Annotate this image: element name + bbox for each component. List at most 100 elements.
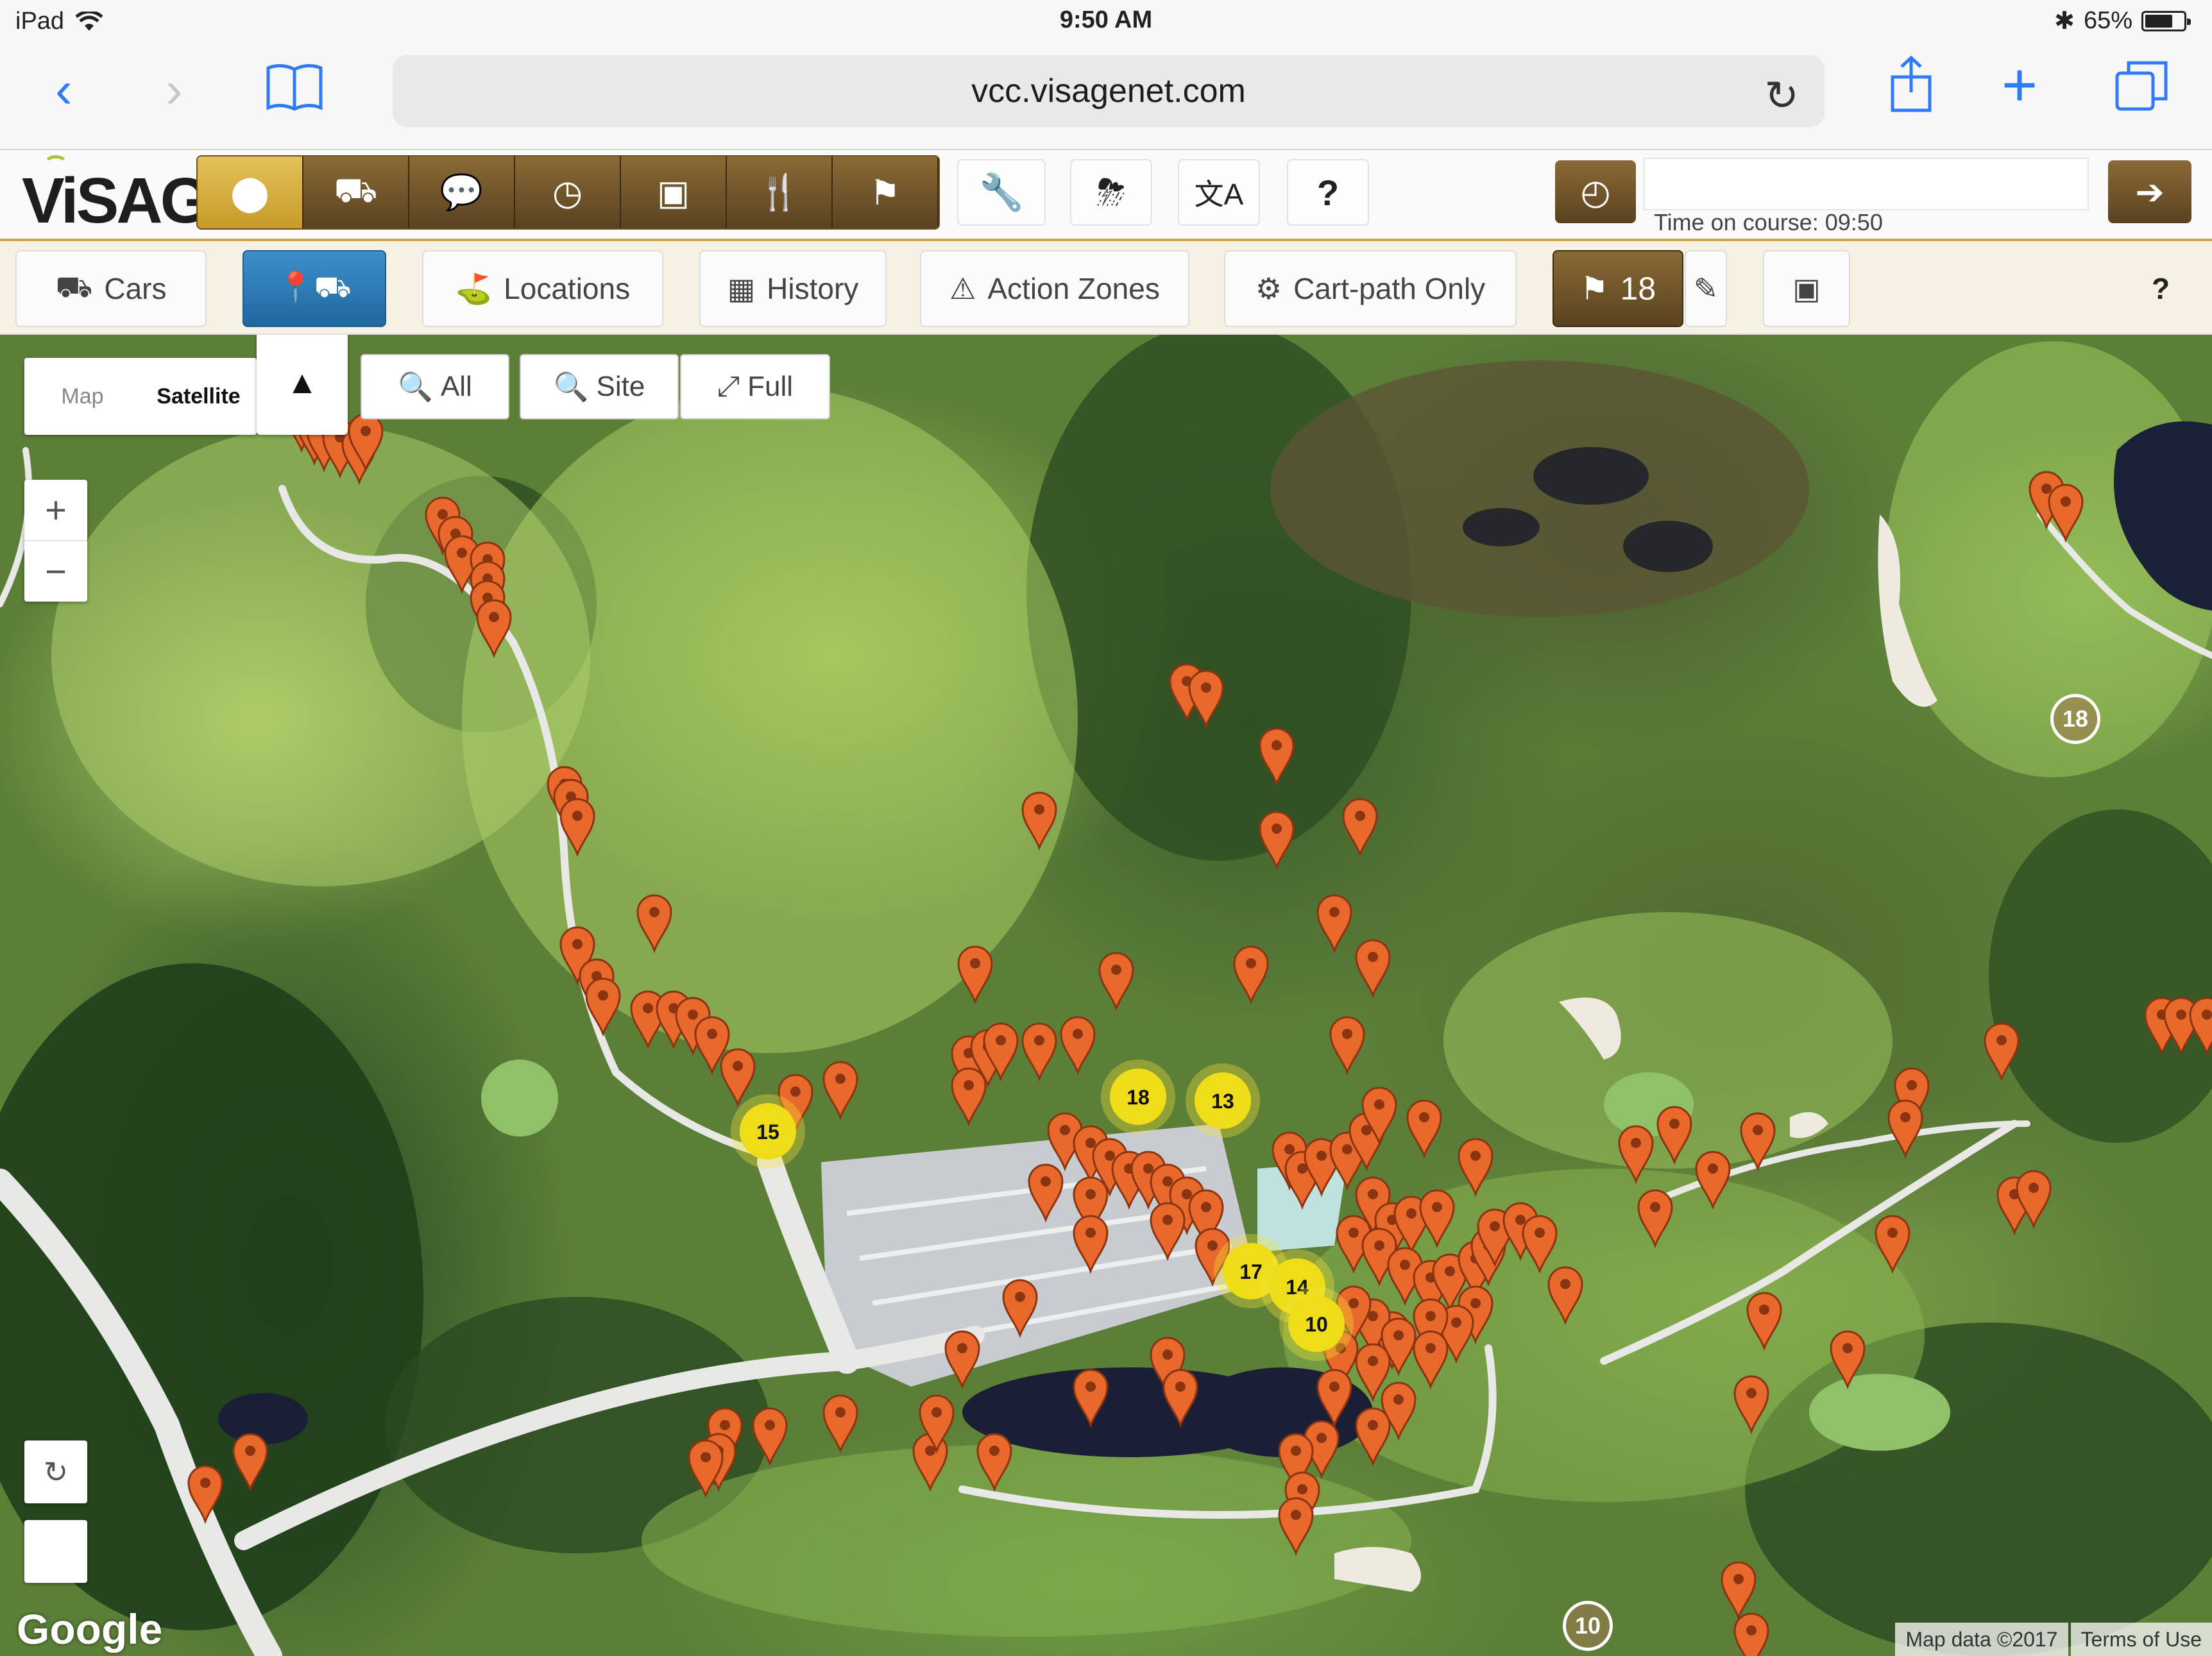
cart-path-icon: ⛳ — [455, 271, 493, 305]
cart-location-pin[interactable] — [1406, 1099, 1442, 1159]
map-terrain: 15 18 13 17 14 10 — [0, 335, 2212, 1656]
clock-button[interactable]: ◴ — [1555, 160, 1636, 223]
zoom-out-button[interactable]: − — [24, 541, 87, 602]
clock-face-icon: ◴ — [1580, 173, 1611, 212]
cart-location-pin[interactable] — [951, 1067, 987, 1127]
cluster-18[interactable]: 18 — [1101, 1060, 1175, 1134]
cart-location-pin[interactable] — [1342, 798, 1378, 858]
main-nav: ⬤ ⛟ 💬 ◷ ▣ 🍴 ⚑ — [196, 155, 940, 230]
cart-location-pin[interactable] — [957, 945, 993, 1005]
flag-icon: ⚑ — [1579, 271, 1609, 307]
cart-location-pin[interactable] — [1021, 1022, 1057, 1082]
caret-up-icon: ▲ — [286, 364, 318, 400]
full-extent-button[interactable]: ⤢ Full — [680, 354, 830, 419]
logo-signal-icon — [44, 155, 68, 173]
search-all-button[interactable]: 🔍 All — [361, 354, 509, 419]
collapse-panel-button[interactable]: ▲ — [257, 335, 348, 435]
clock-time: 9:50 AM — [1059, 6, 1153, 33]
rotate-map-button[interactable]: ↻ — [24, 1441, 87, 1503]
cart-location-pin[interactable] — [822, 1394, 858, 1454]
golf-cart-icon: ⛟ — [334, 171, 378, 210]
bookmarks-icon[interactable] — [266, 63, 323, 112]
battery-icon — [2141, 10, 2191, 31]
map-type-map[interactable]: Map — [24, 358, 140, 435]
translate-button[interactable]: 文A — [1178, 159, 1260, 226]
cart-location-pin[interactable] — [1329, 1016, 1365, 1076]
cart-location-pin[interactable] — [1098, 952, 1134, 1011]
cluster-10[interactable]: 10 — [1279, 1287, 1354, 1361]
nav-messages[interactable]: 💬 — [409, 156, 515, 228]
back-button[interactable]: ‹ — [55, 64, 72, 115]
cart-location-pin[interactable] — [1721, 1561, 1757, 1621]
satellite-map[interactable]: 15 18 13 17 14 10 18 10 Map Satellite ▲ … — [0, 335, 2212, 1656]
image-button[interactable]: ▣ — [1763, 250, 1850, 327]
svg-text:13: 13 — [1211, 1090, 1234, 1113]
logout-icon: ➔ — [2135, 173, 2165, 212]
forward-button[interactable]: › — [166, 64, 183, 115]
browser-toolbar: ‹ › vcc.visagenet.com ↻ + — [0, 41, 2212, 150]
address-bar[interactable]: vcc.visagenet.com ↻ — [393, 55, 1825, 127]
cart-location-pin[interactable] — [1355, 939, 1391, 999]
cart-location-pin[interactable] — [1233, 945, 1269, 1005]
cart-location-pin[interactable] — [1259, 811, 1295, 870]
nav-clock[interactable]: ◷ — [515, 156, 621, 228]
image-icon: ▣ — [1792, 272, 1821, 305]
help-button[interactable]: ? — [1287, 159, 1369, 226]
storm-cloud-icon: ⛈ — [1096, 171, 1126, 212]
map-square-control[interactable] — [24, 1520, 87, 1583]
help-icon: ? — [2151, 272, 2170, 305]
cart-location-pin[interactable] — [585, 977, 621, 1037]
ios-status-bar: iPad 9:50 AM ✱ 65% — [0, 0, 2212, 41]
subbar-help-button[interactable]: ? — [2129, 250, 2193, 327]
cars-button[interactable]: ⛟ Cars — [15, 250, 207, 327]
map-type-toggle: Map Satellite — [24, 358, 257, 435]
cluster-15[interactable]: 15 — [731, 1094, 805, 1169]
terms-of-use-link[interactable]: Terms of Use — [2070, 1623, 2212, 1656]
chat-bubbles-icon: 💬 — [439, 173, 484, 212]
flag-icon: ⚑ — [869, 173, 901, 212]
zoom-in-button[interactable]: + — [24, 480, 87, 541]
tabs-icon[interactable] — [2114, 60, 2168, 112]
hole-marker-18[interactable]: 18 — [2050, 694, 2100, 744]
cart-location-pin[interactable] — [944, 1330, 980, 1390]
hole-select-button[interactable]: ⚑ 18 — [1553, 250, 1683, 327]
action-zones-button[interactable]: ⚠ Action Zones — [920, 250, 1189, 327]
warning-icon: ⚠ — [949, 272, 976, 305]
cart-path-only-button[interactable]: ⚙ Cart-path Only — [1224, 250, 1517, 327]
cart-location-pin[interactable] — [1733, 1612, 1769, 1656]
history-button[interactable]: ▦ History — [699, 250, 887, 327]
new-tab-icon[interactable]: + — [2002, 50, 2038, 121]
svg-text:17: 17 — [1239, 1260, 1263, 1283]
nav-images[interactable]: ▣ — [621, 156, 727, 228]
cart-location-pin[interactable] — [1316, 894, 1352, 954]
nav-flag[interactable]: ⚑ — [833, 156, 939, 228]
nav-map-pin[interactable]: ⬤ — [198, 156, 303, 228]
edit-button[interactable]: ✎ — [1685, 250, 1727, 327]
nav-carts[interactable]: ⛟ — [303, 156, 409, 228]
time-display-field — [1644, 158, 2089, 210]
pin-cart-icon: 📍⛟ — [277, 270, 352, 303]
calendar-icon: ▦ — [727, 272, 756, 305]
locations-button[interactable]: ⛳ Locations — [422, 250, 663, 327]
pin-carts-button[interactable]: 📍⛟ — [242, 250, 386, 327]
nav-food[interactable]: 🍴 — [727, 156, 833, 228]
map-type-satellite[interactable]: Satellite — [140, 358, 257, 435]
share-icon[interactable] — [1889, 55, 1934, 113]
reload-icon[interactable]: ↻ — [1764, 72, 1799, 120]
cart-location-pin[interactable] — [1060, 1016, 1096, 1076]
weather-button[interactable]: ⛈ — [1070, 159, 1152, 226]
sub-toolbar: ⛟ Cars 📍⛟ ⛳ Locations ▦ History ⚠ Action… — [0, 241, 2212, 335]
logout-button[interactable]: ➔ — [2108, 160, 2191, 223]
cart-location-pin[interactable] — [822, 1061, 858, 1120]
map-data-text[interactable]: Map data ©2017 — [1895, 1623, 2068, 1656]
cluster-13[interactable]: 13 — [1186, 1063, 1260, 1138]
hole-marker-10[interactable]: 10 — [1563, 1601, 1613, 1651]
url-text: vcc.visagenet.com — [971, 72, 1246, 110]
zoom-control: + − — [24, 480, 87, 602]
time-on-course: Time on course: 09:50 — [1654, 209, 1883, 235]
cart-location-pin[interactable] — [720, 1048, 756, 1108]
search-site-button[interactable]: 🔍 Site — [520, 354, 679, 419]
gears-icon: ⚙ — [1255, 272, 1282, 305]
cart-location-pin[interactable] — [1887, 1099, 1923, 1159]
tools-globe-button[interactable]: 🔧 — [957, 159, 1046, 226]
